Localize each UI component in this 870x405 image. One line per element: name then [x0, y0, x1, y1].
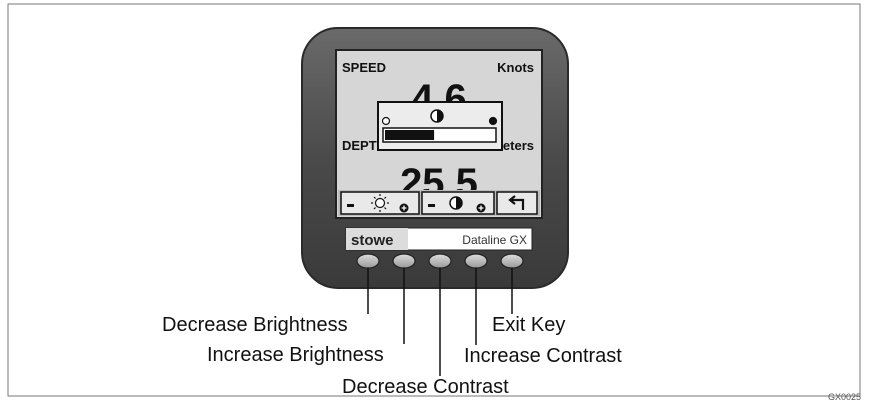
label-decrease-contrast: Decrease Contrast — [342, 376, 509, 398]
minus-icon — [347, 204, 354, 207]
high-contrast-icon — [488, 116, 498, 126]
softkey-brightness — [340, 191, 420, 215]
softkey-bar — [338, 190, 540, 216]
label-increase-contrast: Increase Contrast — [464, 345, 622, 367]
brand-logo: stowe — [351, 232, 394, 249]
speed-unit: Knots — [497, 60, 534, 75]
label-increase-brightness: Increase Brightness — [207, 344, 384, 366]
model-name: Dataline GX — [462, 233, 527, 247]
brand-strip: stowe Dataline GX — [345, 227, 533, 251]
depth-label: DEPT — [342, 138, 377, 153]
depth-unit: eters — [503, 138, 534, 153]
button-decrease-brightness[interactable] — [356, 253, 380, 269]
softkey-contrast — [421, 191, 495, 215]
label-decrease-brightness: Decrease Brightness — [162, 314, 348, 336]
contrast-popup — [377, 101, 503, 151]
plus-icon — [476, 203, 486, 213]
label-exit-key: Exit Key — [492, 314, 566, 336]
button-decrease-contrast[interactable] — [428, 253, 452, 269]
minus-icon — [428, 204, 435, 207]
plus-icon — [399, 203, 409, 213]
button-increase-contrast[interactable] — [464, 253, 488, 269]
speed-label: SPEED — [342, 60, 386, 75]
figure: SPEED Knots 4.6 DEPT eters 25.5 stowe Da… — [7, 3, 861, 397]
button-increase-brightness[interactable] — [392, 253, 416, 269]
contrast-icon — [430, 109, 444, 123]
contrast-level-fill — [385, 130, 435, 140]
low-contrast-icon — [381, 116, 391, 126]
figure-code: GX0025 — [828, 392, 862, 402]
softkey-return — [496, 191, 538, 215]
contrast-icon — [449, 196, 463, 210]
button-exit-key[interactable] — [500, 253, 524, 269]
